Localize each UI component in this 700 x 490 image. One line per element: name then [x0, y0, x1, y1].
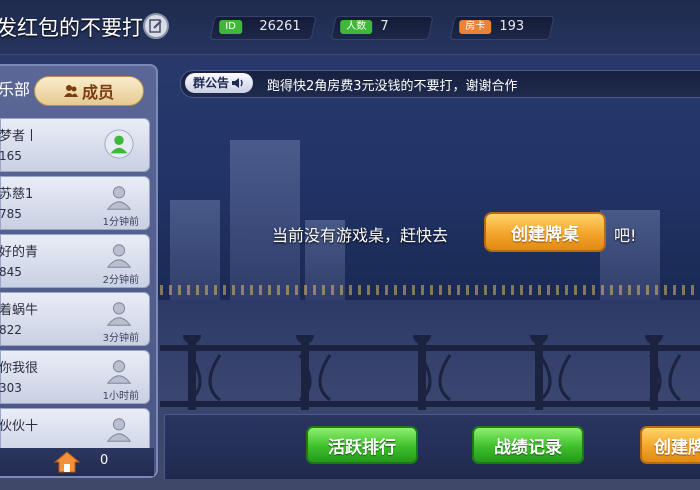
member-row[interactable]: 梦者丨 165	[0, 118, 150, 172]
member-row[interactable]: 你我很 303 1小时前	[0, 350, 150, 404]
battle-record-button[interactable]: 战绩记录	[472, 426, 584, 464]
create-table-button[interactable]: 创建牌桌	[484, 212, 606, 252]
tab-members[interactable]: 成员	[34, 76, 144, 106]
member-id: 845	[0, 265, 22, 279]
room-card-value: 193	[499, 19, 525, 34]
member-name: 你我很	[0, 361, 39, 376]
activity-ranking-button[interactable]: 活跃排行	[306, 426, 418, 464]
railing-fence	[160, 335, 700, 410]
member-row[interactable]: 着蜗牛 822 3分钟前	[0, 292, 150, 346]
online-user-icon	[104, 129, 134, 159]
pencil-icon	[149, 19, 162, 33]
empty-table-message-tail: 吧!	[614, 226, 637, 245]
panel-tabs: 乐部 成员	[0, 72, 154, 108]
top-bar: 发红包的不要打 ID 26261 人数 7 房卡 193	[0, 0, 700, 55]
id-tag: ID	[219, 20, 242, 34]
panel-footer: 0	[0, 448, 154, 476]
member-count-value: 7	[380, 19, 389, 34]
member-name: 梦者丨	[0, 129, 39, 144]
member-count-tag: 人数	[340, 20, 373, 34]
members-icon	[63, 85, 78, 97]
member-row[interactable]: 伙伙十	[0, 408, 150, 448]
last-online: 2分钟前	[102, 275, 139, 286]
offline-user-icon	[106, 360, 132, 384]
house-count: 0	[100, 453, 109, 468]
club-id-value: 26261	[259, 19, 301, 34]
speaker-icon	[232, 78, 243, 88]
last-online: 3分钟前	[102, 333, 139, 344]
house-icon[interactable]	[54, 451, 80, 473]
last-online: 1分钟前	[102, 217, 139, 228]
city-lights	[160, 285, 700, 295]
member-count-stat: 人数 7	[330, 16, 434, 40]
member-panel: 乐部 成员 梦者丨 165 苏慈1 785 1分钟前 好的青 845 2分钟前 …	[0, 64, 158, 478]
offline-user-icon	[106, 186, 132, 210]
member-name: 好的青	[0, 245, 39, 260]
announcement-text: 跑得快2角房费3元没钱的不要打，谢谢合作	[267, 79, 518, 94]
room-card-stat: 房卡 193	[449, 16, 555, 40]
room-card-tag: 房卡	[459, 20, 492, 34]
member-row[interactable]: 好的青 845 2分钟前	[0, 234, 150, 288]
member-name: 苏慈1	[0, 187, 34, 202]
member-id: 822	[0, 323, 22, 337]
member-id: 165	[0, 149, 22, 163]
member-id: 303	[0, 381, 22, 395]
member-id: 785	[0, 207, 22, 221]
offline-user-icon	[106, 244, 132, 268]
edit-title-button[interactable]	[143, 13, 169, 39]
last-online: 1小时前	[102, 391, 139, 402]
tab-club[interactable]: 乐部	[0, 76, 30, 100]
bottom-bar	[164, 414, 700, 479]
announcement-bar: 群公告 跑得快2角房费3元没钱的不要打，谢谢合作	[180, 70, 700, 98]
club-id-stat: ID 26261	[209, 16, 317, 40]
club-title: 发红包的不要打	[0, 16, 143, 40]
member-list[interactable]: 梦者丨 165 苏慈1 785 1分钟前 好的青 845 2分钟前 着蜗牛 82…	[0, 118, 152, 448]
offline-user-icon	[106, 302, 132, 326]
announcement-tag-label: 群公告	[193, 76, 230, 90]
tab-members-label: 成员	[81, 83, 114, 102]
announcement-tag: 群公告	[185, 73, 254, 93]
empty-table-message: 当前没有游戏桌，赶快去	[272, 226, 449, 245]
offline-user-icon	[106, 418, 132, 442]
member-name: 伙伙十	[0, 419, 39, 434]
member-row[interactable]: 苏慈1 785 1分钟前	[0, 176, 150, 230]
create-table-bottom-button[interactable]: 创建牌	[640, 426, 700, 464]
member-name: 着蜗牛	[0, 303, 39, 318]
